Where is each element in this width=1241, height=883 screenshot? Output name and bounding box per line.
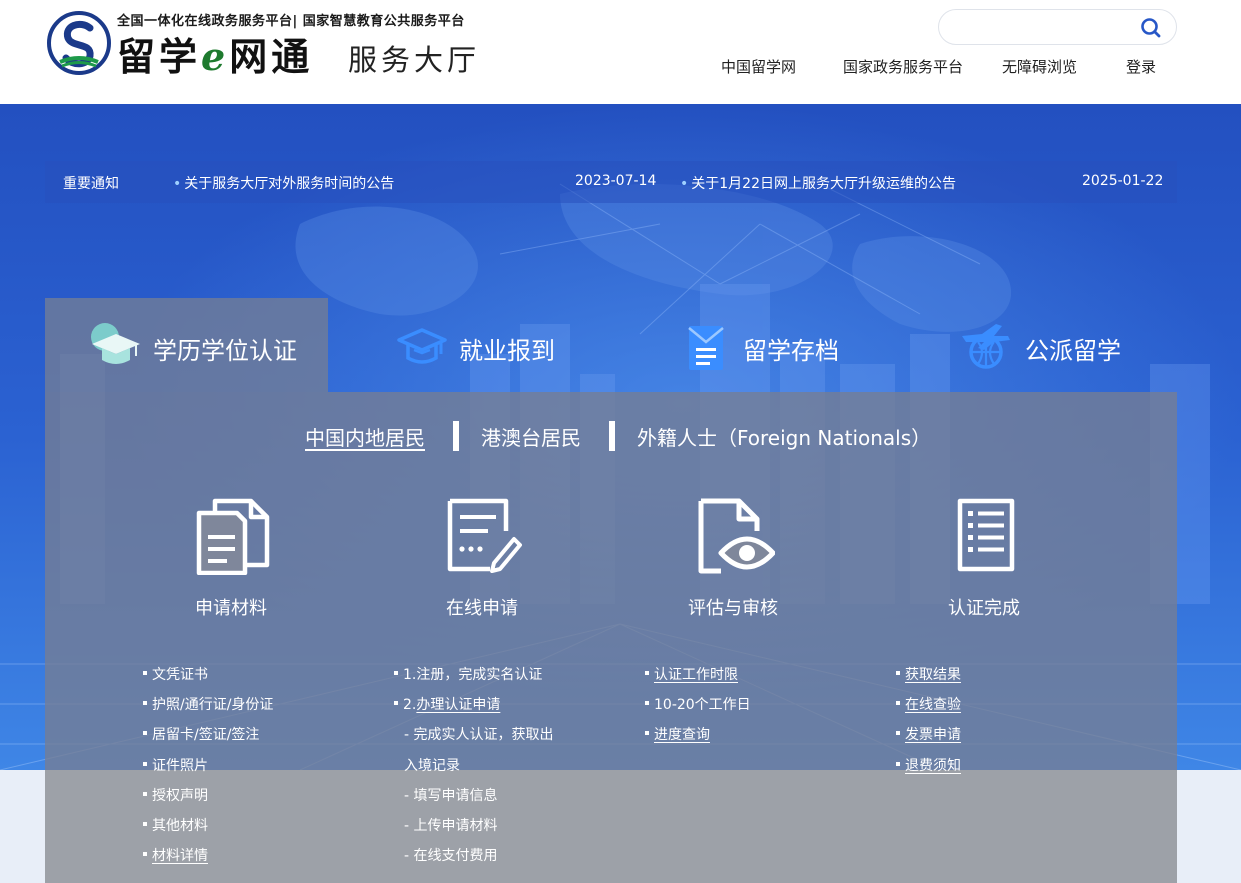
tab-foreign-nationals[interactable]: 外籍人士（Foreign Nationals） — [637, 422, 931, 451]
step-assessment-review: 评估与审核 — [633, 495, 833, 625]
notice-item-link[interactable]: • 关于1月22日网上服务大厅升级运维的公告 — [680, 173, 956, 193]
logo-tagline: 全国一体化在线政务服务平台| 国家智慧教育公共服务平台 — [117, 14, 465, 29]
notice-title: 重要通知 — [63, 176, 119, 192]
step-label: 评估与审核 — [688, 598, 778, 619]
archive-document-icon — [688, 326, 724, 370]
tab-divider — [609, 421, 615, 451]
tab-government-sponsored-study[interactable]: 公派留学 — [960, 318, 1130, 374]
nav-link-cscse[interactable]: 中国留学网 — [721, 56, 796, 77]
graduation-cap-icon — [91, 323, 140, 364]
list-item: 护照/通行证/身份证 — [143, 694, 273, 724]
list-item: 居留卡/签证/签注 — [143, 724, 273, 754]
step-verification-complete: 认证完成 — [884, 495, 1084, 625]
list-item: - 上传申请材料 — [404, 817, 498, 834]
notice-date: 2023-07-14 — [575, 173, 657, 189]
notice-date: 2025-01-22 — [1082, 173, 1164, 189]
tab-degree-verification[interactable]: 学历学位认证 — [86, 318, 316, 374]
refund-notice-link[interactable]: 退费须知 — [896, 755, 961, 785]
step-label: 认证完成 — [948, 598, 1020, 619]
list-item: - 完成实人认证，获取出 — [404, 727, 554, 744]
search-icon[interactable] — [1140, 17, 1162, 39]
list-item: - 填写申请信息 — [404, 787, 498, 804]
tab-divider — [453, 421, 459, 451]
site-header: 全国一体化在线政务服务平台| 国家智慧教育公共服务平台 留学e网通 服务大厅 中… — [0, 0, 1241, 104]
search-box — [938, 9, 1177, 45]
nav-link-gov-platform[interactable]: 国家政务服务平台 — [843, 56, 963, 77]
notice-bar: 重要通知 • 关于服务大厅对外服务时间的公告 2023-07-14 • 关于1月22… — [45, 161, 1177, 203]
apply-verification-link[interactable]: 2.办理认证申请 — [394, 694, 554, 724]
top-nav: 中国留学网 国家政务服务平台 无障碍浏览 登录 — [0, 56, 1241, 78]
tab-hk-macao-taiwan-residents[interactable]: 港澳台居民 — [481, 422, 581, 451]
notice-item-link[interactable]: • 关于服务大厅对外服务时间的公告 — [173, 173, 394, 193]
nav-link-accessibility[interactable]: 无障碍浏览 — [1002, 56, 1077, 77]
tab-study-abroad-archive[interactable]: 留学存档 — [686, 318, 846, 374]
bullet-icon: • — [680, 176, 689, 192]
materials-details-link[interactable]: 材料详情 — [143, 845, 273, 875]
list-item: 10-20个工作日 — [645, 694, 751, 724]
list-item: 入境记录 — [404, 757, 460, 774]
step-label: 在线申请 — [446, 598, 518, 619]
list-item: - 在线支付费用 — [404, 848, 498, 865]
progress-query-link[interactable]: 进度查询 — [645, 724, 751, 754]
list-item: 授权声明 — [143, 785, 273, 815]
tab-mainland-residents[interactable]: 中国内地居民 — [305, 422, 425, 451]
tab-employment-registration[interactable]: 就业报到 — [396, 318, 566, 374]
nav-link-login[interactable]: 登录 — [1126, 56, 1156, 77]
tab-label: 学历学位认证 — [153, 337, 297, 365]
search-input[interactable] — [953, 16, 1133, 38]
documents-icon — [196, 498, 270, 575]
invoice-request-link[interactable]: 发票申请 — [896, 724, 961, 754]
tab-label: 就业报到 — [459, 337, 555, 365]
processing-time-link[interactable]: 认证工作时限 — [645, 664, 751, 694]
get-result-link[interactable]: 获取结果 — [896, 664, 961, 694]
list-item: 文凭证书 — [143, 664, 273, 694]
list-item: 1.注册，完成实名认证 — [394, 664, 554, 694]
completion-list: 获取结果 在线查验 发票申请 退费须知 — [896, 664, 961, 785]
online-check-link[interactable]: 在线查验 — [896, 694, 961, 724]
document-list-icon — [957, 498, 1015, 572]
tab-label: 公派留学 — [1025, 337, 1121, 365]
online-application-list: 1.注册，完成实名认证 2.办理认证申请 - 完成实人认证，获取出 入境记录 -… — [394, 664, 554, 875]
airplane-globe-icon — [962, 324, 1010, 369]
tab-label: 留学存档 — [743, 337, 839, 365]
step-online-application: 在线申请 — [382, 495, 582, 625]
list-item: 其他材料 — [143, 815, 273, 845]
step-application-materials: 申请材料 — [131, 495, 331, 625]
graduation-cap-outline-icon — [397, 328, 447, 364]
review-list: 认证工作时限 10-20个工作日 进度查询 — [645, 664, 751, 755]
bullet-icon: • — [173, 176, 182, 192]
list-item: 证件照片 — [143, 755, 273, 785]
document-eye-icon — [698, 498, 775, 574]
resident-type-tabs: 中国内地居民 港澳台居民 外籍人士（Foreign Nationals） — [0, 421, 1241, 451]
step-label: 申请材料 — [195, 598, 267, 619]
edit-form-icon — [447, 498, 522, 573]
materials-list: 文凭证书 护照/通行证/身份证 居留卡/签证/签注 证件照片 授权声明 其他材料… — [143, 664, 273, 875]
